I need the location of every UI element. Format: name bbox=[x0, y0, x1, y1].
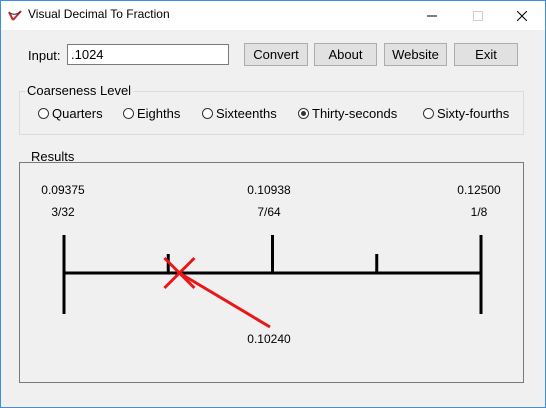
radio-button-icon bbox=[202, 107, 213, 119]
radio-button-icon bbox=[38, 107, 49, 119]
radio-sixty-fourths-label: Sixty-fourths bbox=[437, 105, 510, 121]
app-window: Visual Decimal To Fraction Input: Conver… bbox=[0, 0, 546, 408]
radio-quarters-label: Quarters bbox=[52, 105, 103, 121]
results-panel: 0.09375 3/32 0.10938 7/64 0.12500 1/8 0.… bbox=[19, 162, 524, 383]
middle-decimal: 0.10938 bbox=[247, 183, 291, 197]
about-button[interactable]: About bbox=[314, 43, 377, 66]
right-decimal: 0.12500 bbox=[457, 183, 501, 197]
minimize-icon bbox=[427, 15, 437, 16]
close-button[interactable] bbox=[499, 1, 545, 30]
maximize-icon bbox=[473, 10, 483, 21]
radio-quarters[interactable]: Quarters bbox=[38, 105, 103, 121]
window-title: Visual Decimal To Fraction bbox=[28, 7, 170, 21]
radio-button-checked-icon bbox=[298, 107, 309, 119]
maximize-button[interactable] bbox=[455, 1, 501, 30]
radio-sixty-fourths[interactable]: Sixty-fourths bbox=[423, 105, 509, 121]
radio-thirty-seconds[interactable]: Thirty-seconds bbox=[298, 105, 397, 121]
radio-button-icon bbox=[423, 107, 434, 119]
radio-sixteenths-label: Sixteenths bbox=[216, 105, 277, 121]
website-button[interactable]: Website bbox=[384, 43, 447, 66]
radio-sixteenths[interactable]: Sixteenths bbox=[202, 105, 277, 121]
left-decimal: 0.09375 bbox=[41, 183, 85, 197]
radio-thirty-seconds-label: Thirty-seconds bbox=[312, 105, 398, 121]
input-marker bbox=[163, 256, 271, 329]
convert-button[interactable]: Convert bbox=[244, 43, 308, 66]
fraction-ruler: 0.09375 3/32 0.10938 7/64 0.12500 1/8 0.… bbox=[41, 183, 501, 346]
title-bar[interactable]: Visual Decimal To Fraction bbox=[1, 1, 545, 30]
minimize-button[interactable] bbox=[409, 1, 455, 30]
radio-eighths[interactable]: Eighths bbox=[123, 105, 180, 121]
middle-fraction: 7/64 bbox=[257, 205, 281, 219]
marker-leader-line bbox=[178, 271, 271, 329]
right-fraction: 1/8 bbox=[471, 205, 488, 219]
decimal-input[interactable] bbox=[67, 44, 229, 65]
radio-eighths-label: Eighths bbox=[137, 105, 181, 121]
left-fraction: 3/32 bbox=[51, 205, 75, 219]
exit-button[interactable]: Exit bbox=[454, 43, 518, 66]
coarseness-title: Coarseness Level bbox=[25, 83, 134, 98]
input-value-label: 0.10240 bbox=[247, 332, 291, 346]
radio-button-icon bbox=[123, 107, 134, 119]
close-icon bbox=[517, 10, 527, 21]
input-label: Input: bbox=[28, 48, 61, 63]
app-icon bbox=[8, 10, 22, 21]
